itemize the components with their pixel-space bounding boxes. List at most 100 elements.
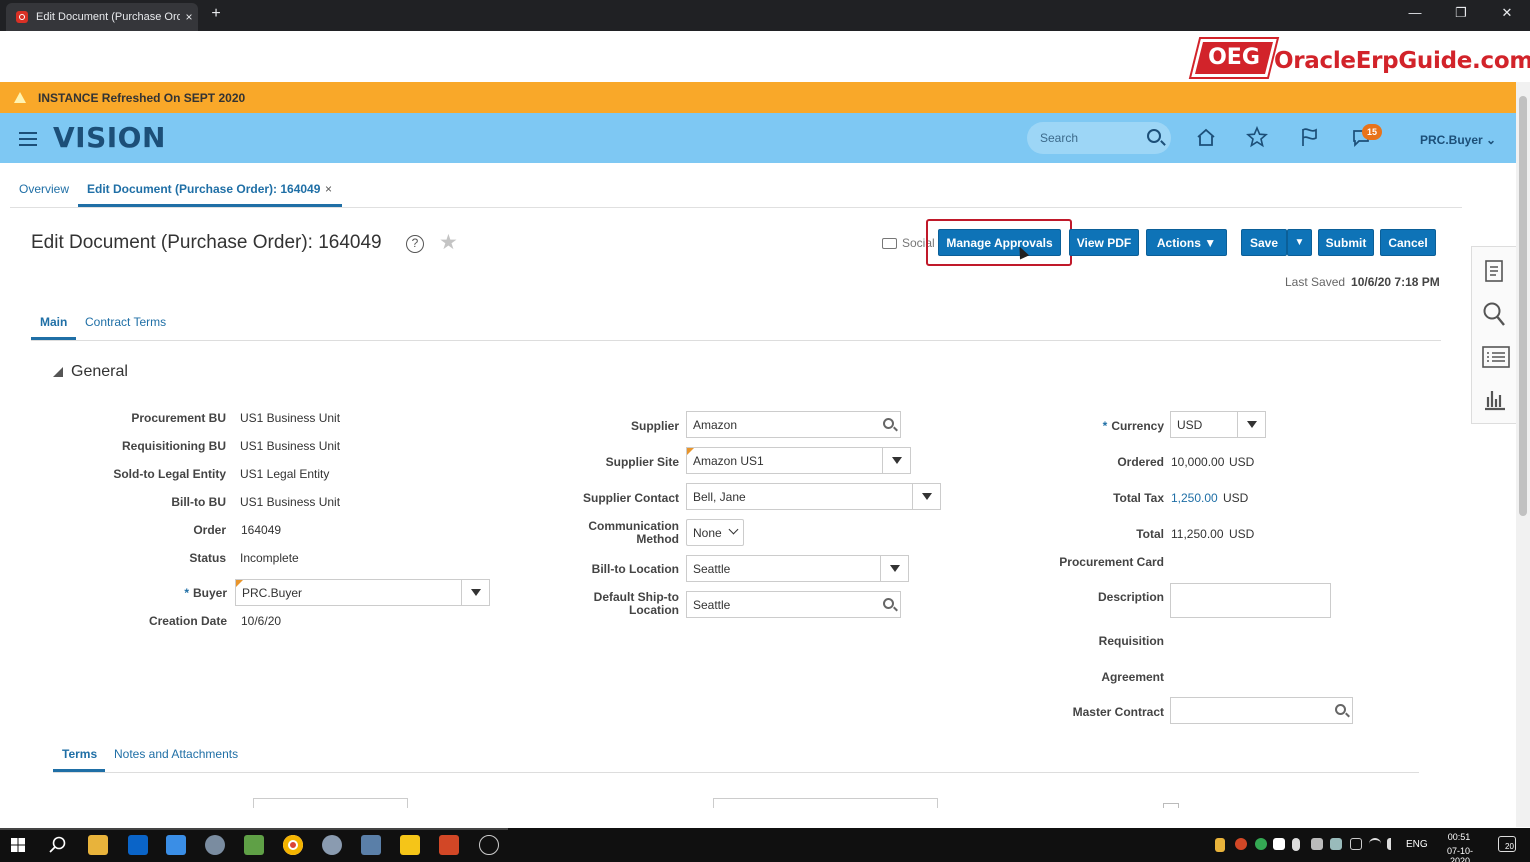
home-icon[interactable] <box>1194 126 1218 150</box>
dropdown-arrow-icon[interactable] <box>461 580 489 605</box>
wifi-icon[interactable] <box>1369 838 1381 850</box>
outlook-icon[interactable] <box>128 835 148 855</box>
microphone-icon[interactable] <box>1292 838 1300 851</box>
dropdown-arrow-icon[interactable] <box>1237 412 1265 437</box>
taskbar-highlight <box>0 828 508 830</box>
menu-icon[interactable] <box>19 132 37 146</box>
sticky-notes-icon[interactable] <box>400 835 420 855</box>
favorites-star-icon[interactable] <box>1245 125 1269 150</box>
description-textarea[interactable] <box>1170 583 1331 618</box>
new-tab-button[interactable]: + <box>206 5 226 23</box>
supplier-contact-field[interactable]: Bell, Jane <box>686 483 941 510</box>
communication-method-select[interactable]: None <box>686 519 744 546</box>
window-close-icon[interactable]: ✕ <box>1492 5 1522 21</box>
buyer-label: * Buyer <box>184 586 227 600</box>
partial-checkbox[interactable] <box>1163 803 1179 808</box>
active-sub-tab-indicator <box>31 337 76 340</box>
windows-start-icon[interactable] <box>11 838 25 852</box>
pen-app-icon[interactable] <box>361 835 381 855</box>
tray-icon[interactable] <box>1350 838 1362 850</box>
requisitioning-bu-label: Requisitioning BU <box>122 439 226 453</box>
buyer-field[interactable]: PRC.Buyer <box>235 579 490 606</box>
view-pdf-button[interactable]: View PDF <box>1069 229 1139 256</box>
user-menu[interactable]: PRC.Buyer ⌄ <box>1420 133 1496 147</box>
total-currency: USD <box>1229 527 1255 541</box>
collapse-toggle-icon[interactable] <box>53 367 63 377</box>
tab-main[interactable]: Main <box>40 315 67 329</box>
search-icon[interactable] <box>1335 704 1346 715</box>
bill-to-location-field[interactable]: Seattle <box>686 555 909 582</box>
save-button[interactable]: Save <box>1241 229 1287 256</box>
tray-icon[interactable] <box>1255 838 1267 850</box>
tray-icon[interactable] <box>1330 838 1342 850</box>
tab-close-icon[interactable]: × <box>180 10 198 24</box>
tab-overview[interactable]: Overview <box>19 182 69 196</box>
browser-tab-bar: Edit Document (Purchase Order) × + — ❐ ✕ <box>0 0 1530 31</box>
partial-field[interactable] <box>713 798 938 808</box>
search-panel-icon[interactable] <box>1482 301 1506 326</box>
supplier-site-field[interactable]: Amazon US1 <box>686 447 911 474</box>
notepad-icon[interactable] <box>244 835 264 855</box>
tab-terms[interactable]: Terms <box>62 747 97 761</box>
browser-tab[interactable]: Edit Document (Purchase Order) × <box>6 3 198 31</box>
network-app-icon[interactable] <box>205 835 225 855</box>
master-contract-field[interactable] <box>1170 697 1353 724</box>
dropdown-arrow-icon[interactable] <box>882 448 910 473</box>
page-scrollbar[interactable] <box>1516 82 1530 827</box>
save-menu-button[interactable]: ▼ <box>1287 229 1312 256</box>
language-indicator[interactable]: ENG <box>1406 839 1428 850</box>
brand-name: OracleErpGuide.com <box>1274 48 1530 74</box>
bottom-tab-divider <box>53 772 1419 773</box>
action-center-icon[interactable]: 20 <box>1498 836 1516 852</box>
submit-button[interactable]: Submit <box>1318 229 1374 256</box>
close-tab-icon[interactable]: × <box>325 182 332 196</box>
document-icon[interactable] <box>1482 259 1506 283</box>
ship-to-location-field[interactable]: Seattle <box>686 591 901 618</box>
tool-app-icon[interactable] <box>322 835 342 855</box>
mail-icon[interactable] <box>166 835 186 855</box>
total-tax-link[interactable]: 1,250.00 <box>1171 491 1218 505</box>
global-search-input[interactable]: Search <box>1027 122 1171 154</box>
sold-to-legal-entity-value: US1 Legal Entity <box>240 467 330 481</box>
tray-icon[interactable] <box>1273 838 1285 850</box>
taskbar-search-icon[interactable] <box>48 835 68 855</box>
currency-field[interactable]: USD <box>1170 411 1266 438</box>
tab-divider <box>10 207 1462 208</box>
scroll-thumb[interactable] <box>1519 96 1527 516</box>
analytics-icon[interactable] <box>1482 387 1506 411</box>
communication-method-label: Communication Method <box>588 519 679 546</box>
clock-time[interactable]: 00:51 <box>1442 832 1476 842</box>
help-icon[interactable]: ? <box>406 235 424 253</box>
tab-notes-and-attachments[interactable]: Notes and Attachments <box>114 747 238 761</box>
dropdown-arrow-icon[interactable] <box>880 556 908 581</box>
volume-icon[interactable] <box>1387 838 1399 850</box>
instance-banner: INSTANCE Refreshed On SEPT 2020 <box>0 82 1516 113</box>
chrome-icon[interactable] <box>283 835 303 855</box>
dropdown-arrow-icon[interactable] <box>912 484 940 509</box>
file-explorer-icon[interactable] <box>88 835 108 855</box>
powerpoint-icon[interactable] <box>439 835 459 855</box>
supplier-field[interactable]: Amazon <box>686 411 901 438</box>
tab-contract-terms[interactable]: Contract Terms <box>85 315 166 329</box>
favorite-star-icon[interactable]: ★ <box>439 230 458 255</box>
search-icon[interactable] <box>1147 129 1161 143</box>
minimize-icon[interactable]: — <box>1400 5 1430 20</box>
camera-app-icon[interactable] <box>479 835 499 855</box>
tray-icon[interactable] <box>1235 838 1247 850</box>
watchlist-flag-icon[interactable] <box>1297 126 1321 150</box>
highlight-box <box>926 219 1072 266</box>
tray-icon[interactable] <box>1311 838 1323 850</box>
last-saved: Last Saved 10/6/20 7:18 PM <box>1285 275 1440 289</box>
clock-date[interactable]: 07-10-2020 <box>1437 846 1483 862</box>
tab-edit-document[interactable]: Edit Document (Purchase Order): 164049 <box>87 182 320 196</box>
partial-field[interactable] <box>253 798 408 808</box>
restore-icon[interactable]: ❐ <box>1446 5 1476 21</box>
tray-icon[interactable] <box>1215 838 1225 852</box>
cancel-button[interactable]: Cancel <box>1380 229 1436 256</box>
actions-menu-button[interactable]: Actions ▼ <box>1146 229 1227 256</box>
list-icon[interactable] <box>1482 345 1510 369</box>
search-icon[interactable] <box>883 418 894 429</box>
app-logo[interactable]: VISION <box>53 121 166 154</box>
search-icon[interactable] <box>883 598 894 609</box>
required-icon: * <box>184 586 189 600</box>
